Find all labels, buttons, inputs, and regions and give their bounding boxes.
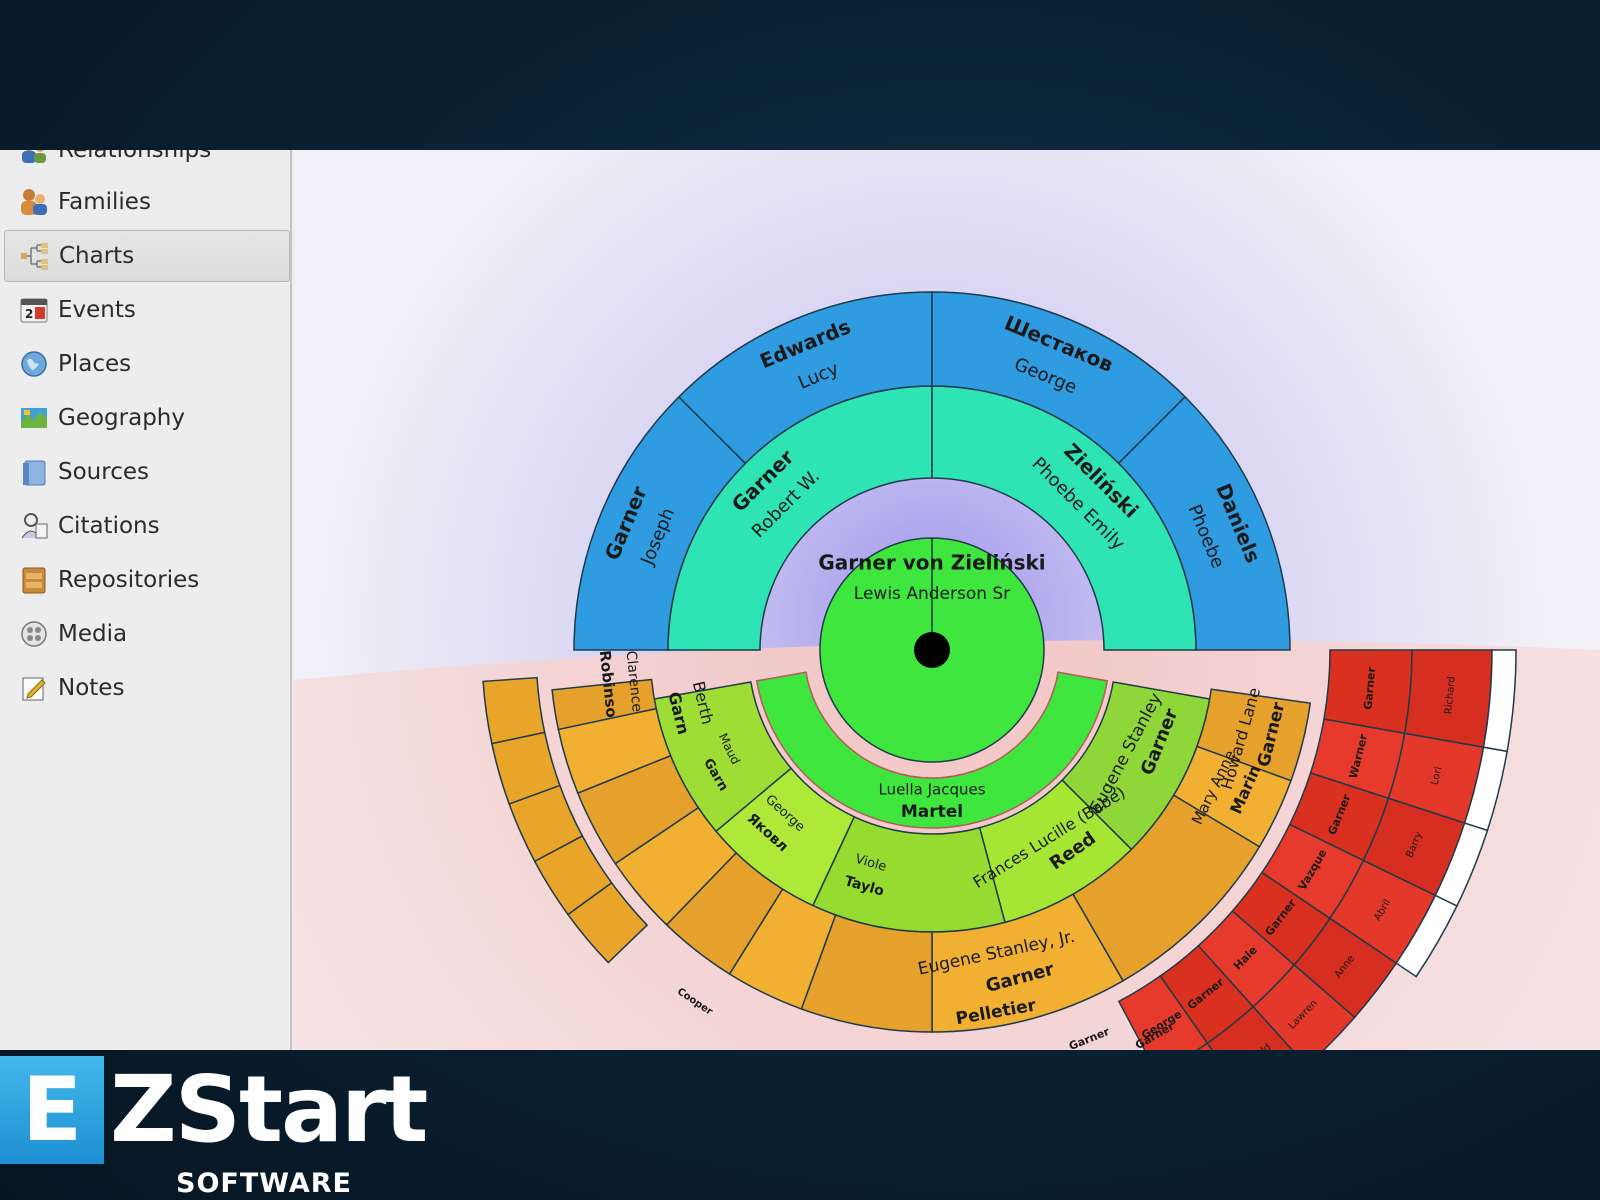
logo-subtitle: SOFTWARE <box>176 1168 352 1199</box>
spouse-surname: Martel <box>901 802 963 822</box>
sidebar-item-label: Places <box>58 351 132 377</box>
sidebar-item-label: Charts <box>59 243 135 269</box>
sidebar-item-label: Families <box>58 189 151 215</box>
sidebar-item-citations[interactable]: Citations <box>4 500 290 552</box>
sidebar-item-media[interactable]: Media <box>4 608 290 660</box>
root-surname: Garner von Zieliński <box>818 551 1045 575</box>
svg-text:2: 2 <box>25 307 33 321</box>
media-icon <box>21 621 47 647</box>
sidebar-item-charts[interactable]: Charts <box>4 230 290 282</box>
sidebar-item-events[interactable]: 2 Events <box>4 284 290 336</box>
sidebar: Relationships Families Charts 2 Events P… <box>0 150 292 1050</box>
families-icon <box>21 189 47 215</box>
repositories-icon <box>22 567 46 594</box>
sidebar-item-places[interactable]: Places <box>4 338 290 390</box>
sidebar-item-sources[interactable]: Sources <box>4 446 290 498</box>
app-window: Relationships Families Charts 2 Events P… <box>0 150 1600 1050</box>
notes-icon <box>22 677 46 701</box>
sidebar-item-label: Sources <box>58 459 149 485</box>
left-orange-sector[interactable] <box>482 676 546 745</box>
charts-icon <box>21 243 48 270</box>
sidebar-item-label: Repositories <box>58 567 200 593</box>
logo-letter-e: E <box>0 1056 104 1164</box>
citations-icon <box>21 513 48 539</box>
sidebar-item-families[interactable]: Families <box>4 176 290 228</box>
spouse-given: Luella Jacques <box>878 781 985 799</box>
sidebar-item-repositories[interactable]: Repositories <box>4 554 290 606</box>
root-center-dot <box>914 632 950 668</box>
chart-view[interactable]: Garner von Zieliński Lewis Anderson Sr Gar… <box>294 150 1600 1050</box>
logo-wordmark: ZStart <box>110 1056 428 1163</box>
sidebar-item-geography[interactable]: Geography <box>4 392 290 444</box>
ezstart-logo: E ZStart SOFTWARE <box>0 1052 440 1200</box>
sources-icon <box>23 460 46 486</box>
sidebar-item-notes[interactable]: Notes <box>4 662 290 714</box>
fan-chart[interactable]: Garner von ZielińskiLewis Anderson SrGar… <box>294 150 1600 1050</box>
sidebar-item-label: Notes <box>58 675 125 701</box>
sidebar-item-label: Media <box>58 621 128 647</box>
root-given: Lewis Anderson Sr <box>854 584 1010 604</box>
events-icon: 2 <box>20 298 48 323</box>
sidebar-item-label: Geography <box>58 405 185 431</box>
sidebar-item-relationships[interactable]: Relationships <box>4 150 290 176</box>
sidebar-item-label: Events <box>58 297 136 323</box>
relationships-icon <box>22 150 46 163</box>
geography-icon <box>21 408 47 428</box>
places-icon <box>21 351 47 377</box>
sidebar-item-label: Relationships <box>58 150 212 163</box>
sidebar-item-label: Citations <box>58 513 160 539</box>
